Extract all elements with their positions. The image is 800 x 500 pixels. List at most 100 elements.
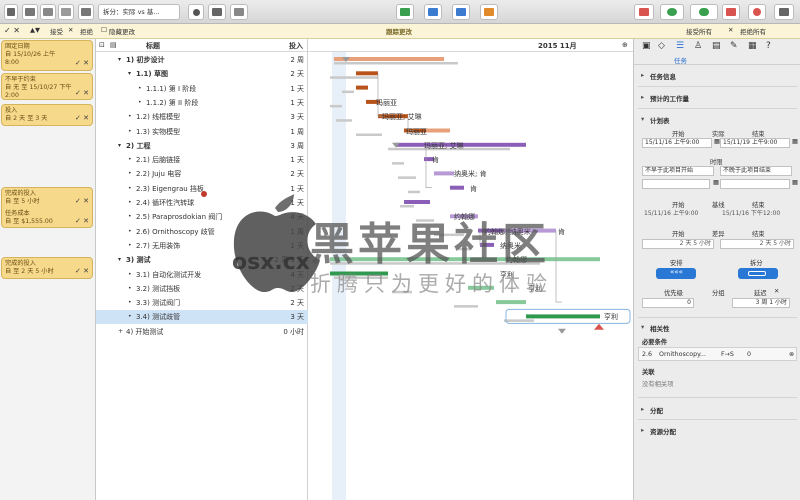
outline-row[interactable]: • 2.5) Paraprosdokian 阀门 4 天 bbox=[96, 210, 308, 224]
task-bar[interactable] bbox=[468, 285, 494, 290]
outline-row[interactable]: • 2.2) Juju 电容 2 天 bbox=[96, 167, 308, 181]
task-bar[interactable] bbox=[434, 171, 454, 176]
zoom-icon[interactable]: ⊕ bbox=[622, 41, 628, 49]
outline-row[interactable]: ▾ 1) 初步设计 2 周 bbox=[96, 53, 308, 67]
disclosure-triangle-icon[interactable]: ▾ bbox=[118, 53, 121, 67]
outline-row[interactable]: ▾ 2) 工程 3 周 bbox=[96, 139, 308, 153]
summary-bar[interactable] bbox=[330, 257, 600, 262]
person-tab-icon[interactable]: ♙ bbox=[694, 41, 702, 51]
style-tab-icon[interactable]: ✎ bbox=[730, 41, 738, 51]
gantt-icon[interactable] bbox=[40, 4, 56, 20]
disclosure-triangle-icon[interactable]: ▾ bbox=[118, 139, 121, 153]
outline-row[interactable]: +4) 开始测试 0 小时 bbox=[96, 325, 308, 339]
task-bar[interactable] bbox=[496, 300, 526, 305]
change-card[interactable]: 完成的投入 自 至 5 小时 任务成本 自 至 $1,555.00 ✓ ✕ ✓ … bbox=[1, 187, 93, 228]
limit-end-date-field[interactable] bbox=[720, 179, 790, 189]
accept-reject-icons[interactable]: ✓ ✕ bbox=[75, 59, 89, 67]
remove-icon[interactable]: ⊗ bbox=[789, 351, 794, 358]
person-icon[interactable] bbox=[188, 4, 204, 20]
limit-start-select[interactable]: 不早于此项目开始 bbox=[642, 166, 714, 176]
reject-button[interactable]: 拒绝 bbox=[80, 26, 93, 36]
outline-row[interactable]: ▾ 3) 测试 2 周 1 天 bbox=[96, 253, 308, 267]
outline-row[interactable]: • 3.4) 测试歧管 3 天 bbox=[96, 310, 308, 325]
accept-reject-icons[interactable]: ✓ ✕ bbox=[75, 267, 89, 275]
outline-row[interactable]: • 1.2) 线框模型 3 天 bbox=[96, 110, 308, 124]
outline-row[interactable]: • 2.4) 循环性汽转球 1 天 bbox=[96, 196, 308, 210]
outline-row[interactable]: • 2.7) 无用装饰 1 天 bbox=[96, 239, 308, 253]
prereq-type[interactable]: F→S bbox=[721, 351, 734, 358]
accept-reject-icons[interactable]: ✓ ✕ bbox=[75, 217, 89, 225]
reject-all-button[interactable]: 拒绝所有 bbox=[740, 26, 766, 36]
diamond-icon[interactable]: ◇ bbox=[658, 41, 665, 51]
task-bar[interactable] bbox=[450, 185, 464, 190]
outline-row[interactable]: • 2.6) Ornithoscopy 歧管 1 周 bbox=[96, 225, 308, 239]
inspector-toggle-icon[interactable] bbox=[774, 4, 794, 20]
accept-all-button[interactable]: 接受所有 bbox=[686, 26, 712, 36]
accept-reject-icons[interactable]: ✓ ✕ bbox=[75, 114, 89, 122]
outline-row[interactable]: • 3.3) 测试阀门 2 天 bbox=[96, 296, 308, 310]
table-icon[interactable] bbox=[634, 4, 654, 20]
change-card[interactable]: 完成的投入 自 至 2 天 5 小时 ✓ ✕ bbox=[1, 257, 93, 279]
limit-end-select[interactable]: 不晚于此项目结束 bbox=[720, 166, 792, 176]
task-bar[interactable] bbox=[404, 200, 430, 204]
outline-row[interactable]: • 3.2) 测试挡板 2 天 bbox=[96, 282, 308, 296]
warning-icon[interactable] bbox=[722, 4, 740, 20]
reject-all-icon[interactable]: ✕ bbox=[728, 26, 733, 34]
task-bar[interactable] bbox=[330, 271, 388, 276]
actual-end-field[interactable]: 15/11/19 上午9:00 bbox=[720, 138, 790, 148]
outline-row[interactable]: ▾ 1.1) 草图 2 天 bbox=[96, 67, 308, 81]
calendar-icon[interactable]: ▦ bbox=[713, 179, 719, 186]
change-card[interactable]: 固定日期 自 15/10/26 上午 8:00 ✓ ✕ bbox=[1, 40, 93, 71]
accept-button[interactable]: 接受 bbox=[50, 26, 63, 36]
outline-row[interactable]: • 3.1) 自动化测试开发 4 天 bbox=[96, 268, 308, 282]
task-tab-icon[interactable]: ☰ bbox=[676, 41, 684, 51]
outline-row[interactable]: • 1.3) 实物模型 1 周 bbox=[96, 125, 308, 139]
actual-start-field[interactable]: 15/11/16 上午9:00 bbox=[642, 138, 712, 148]
outline-row[interactable]: • 1.1.1) 第 I 阶段 1 天 bbox=[96, 82, 308, 96]
grid-tab-icon[interactable]: ▦ bbox=[748, 41, 757, 51]
priority-field[interactable]: 0 bbox=[642, 298, 694, 308]
task-bar[interactable] bbox=[426, 128, 450, 133]
calendar-icon[interactable]: ▦ bbox=[792, 138, 798, 145]
task-bar[interactable] bbox=[356, 71, 378, 76]
task-bar[interactable] bbox=[356, 85, 368, 90]
hide-changes-checkbox[interactable]: ☐ bbox=[101, 26, 107, 34]
resource-icon[interactable] bbox=[208, 4, 226, 20]
add-icon[interactable] bbox=[230, 4, 248, 20]
help-tab-icon[interactable]: ? bbox=[766, 41, 771, 51]
change-card[interactable]: 投入 自 2 天 至 3 天 ✓ ✕ bbox=[1, 104, 93, 126]
outdent-icon[interactable] bbox=[424, 4, 442, 20]
outline-row[interactable]: • 1.1.2) 第 II 阶段 1 天 bbox=[96, 96, 308, 110]
indent-icon[interactable] bbox=[396, 4, 414, 20]
summary-bar[interactable] bbox=[334, 57, 444, 61]
effort-column-header[interactable]: 投入 bbox=[289, 41, 303, 51]
accept-reject-icons[interactable]: ✓ ✕ bbox=[75, 197, 89, 205]
prev-change-icon[interactable]: ▲▼ bbox=[30, 26, 40, 34]
accept-icon[interactable]: ✕ bbox=[68, 26, 73, 34]
baseline-select[interactable]: 拆分：实际 vs 基... bbox=[98, 4, 180, 20]
info-icon[interactable] bbox=[748, 4, 766, 20]
task-bar[interactable] bbox=[526, 314, 600, 319]
calendar-icon[interactable]: ▦ bbox=[792, 179, 798, 186]
outline-row[interactable]: • 2.1) 后脑链接 1 天 bbox=[96, 153, 308, 167]
layout-icon[interactable] bbox=[78, 4, 94, 20]
eye-icon[interactable] bbox=[660, 4, 684, 20]
disclosure-triangle-icon[interactable]: ▾ bbox=[128, 67, 131, 81]
camera-icon[interactable] bbox=[480, 4, 498, 20]
calendar-tab-icon[interactable]: ▤ bbox=[712, 41, 721, 51]
title-column-header[interactable]: 标题 bbox=[146, 41, 160, 51]
briefcase-icon[interactable]: ▣ bbox=[642, 41, 651, 51]
link-icon[interactable] bbox=[452, 4, 470, 20]
disclosure-triangle-icon[interactable]: ▾ bbox=[118, 253, 121, 267]
change-card[interactable]: 不早于约束 自 无 至 15/10/27 下午 2:00 ✓ ✕ bbox=[1, 73, 93, 100]
limit-start-date-field[interactable] bbox=[642, 179, 710, 189]
accept-reject-icons[interactable]: ✓ ✕ bbox=[75, 89, 89, 97]
prerequisite-row[interactable]: 2.6 Ornithoscopy... F→S 0 ⊗ bbox=[638, 347, 797, 361]
cloud-icon[interactable] bbox=[690, 4, 718, 20]
view-icon[interactable] bbox=[4, 4, 18, 20]
delay-field[interactable]: 3 周 1 小时 bbox=[732, 298, 790, 308]
split-icon[interactable] bbox=[58, 4, 74, 20]
delay-clear-icon[interactable]: ✕ bbox=[774, 288, 779, 295]
prereq-lag[interactable]: 0 bbox=[747, 351, 751, 358]
check-all-icon[interactable]: ✓ ✕ bbox=[4, 26, 20, 35]
